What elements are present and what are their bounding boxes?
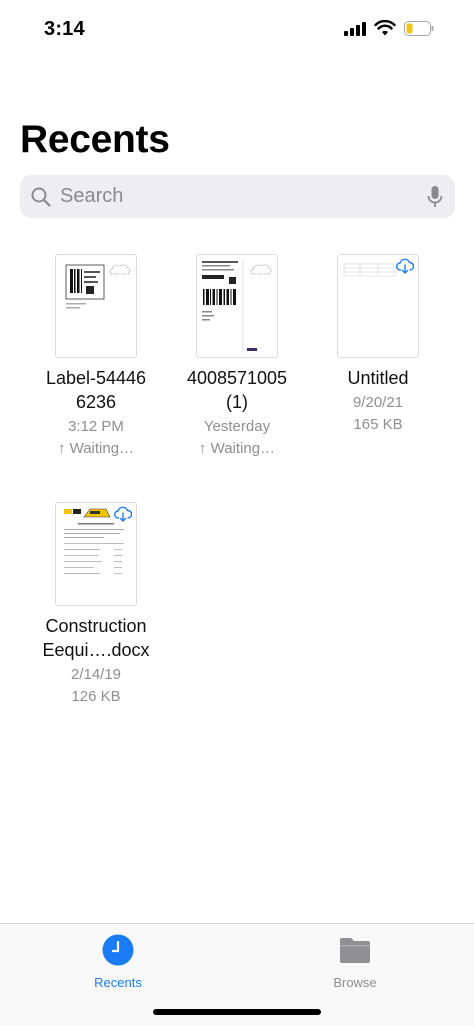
file-thumbnail[interactable] [196,254,278,358]
page-title: Recents [20,118,170,161]
file-name-line2: 6236 [75,392,117,412]
tab-browse-label: Browse [333,975,377,990]
status-bar: 3:14 [0,0,474,60]
search-input[interactable] [58,184,422,209]
file-item[interactable]: Construction Eequi….docx 2/14/19 126 KB [21,502,171,708]
file-size: 126 KB [71,688,121,705]
file-upload-status: ↑ Waiting… [198,440,276,457]
home-indicator[interactable] [153,1009,321,1015]
file-name: Untitled [347,368,409,388]
file-date: 9/20/21 [352,394,404,411]
cloud-download-icon[interactable] [396,258,415,279]
file-name-line2: Eequi….docx [42,640,150,660]
file-item[interactable]: Label-54446 6236 3:12 PM ↑ Waiting… [21,254,171,460]
status-icons [344,20,434,36]
file-thumbnail[interactable] [55,254,137,358]
search-icon [30,186,52,208]
file-upload-status: ↑ Waiting… [57,440,135,457]
wifi-icon [374,20,396,36]
tab-recents-label: Recents [94,975,142,990]
fedex-label-preview-icon [202,259,272,353]
file-item[interactable]: 4008571005 (1) Yesterday ↑ Waiting… [162,254,312,460]
file-name: Label-54446 [45,368,147,388]
clock-icon [102,934,134,971]
file-date: 2/14/19 [70,666,122,683]
cellular-signal-icon [344,20,366,36]
file-name: Construction [45,616,147,636]
file-item[interactable]: Untitled 9/20/21 165 KB [303,254,453,436]
file-size: 165 KB [353,416,403,433]
file-thumbnail[interactable] [337,254,419,358]
battery-icon [404,20,434,36]
folder-icon [338,934,372,971]
cloud-download-icon[interactable] [114,506,133,527]
search-bar[interactable] [20,175,455,218]
status-time: 3:14 [44,18,85,40]
shipping-label-preview-icon [65,264,131,309]
file-date: 3:12 PM [68,418,124,435]
microphone-icon[interactable] [427,185,443,214]
file-name: 4008571005 [186,368,288,388]
tab-recents[interactable]: Recents [58,934,178,990]
file-thumbnail[interactable] [55,502,137,606]
file-date: Yesterday [203,418,271,435]
file-name-line2: (1) [226,392,248,412]
tab-browse[interactable]: Browse [295,934,415,990]
